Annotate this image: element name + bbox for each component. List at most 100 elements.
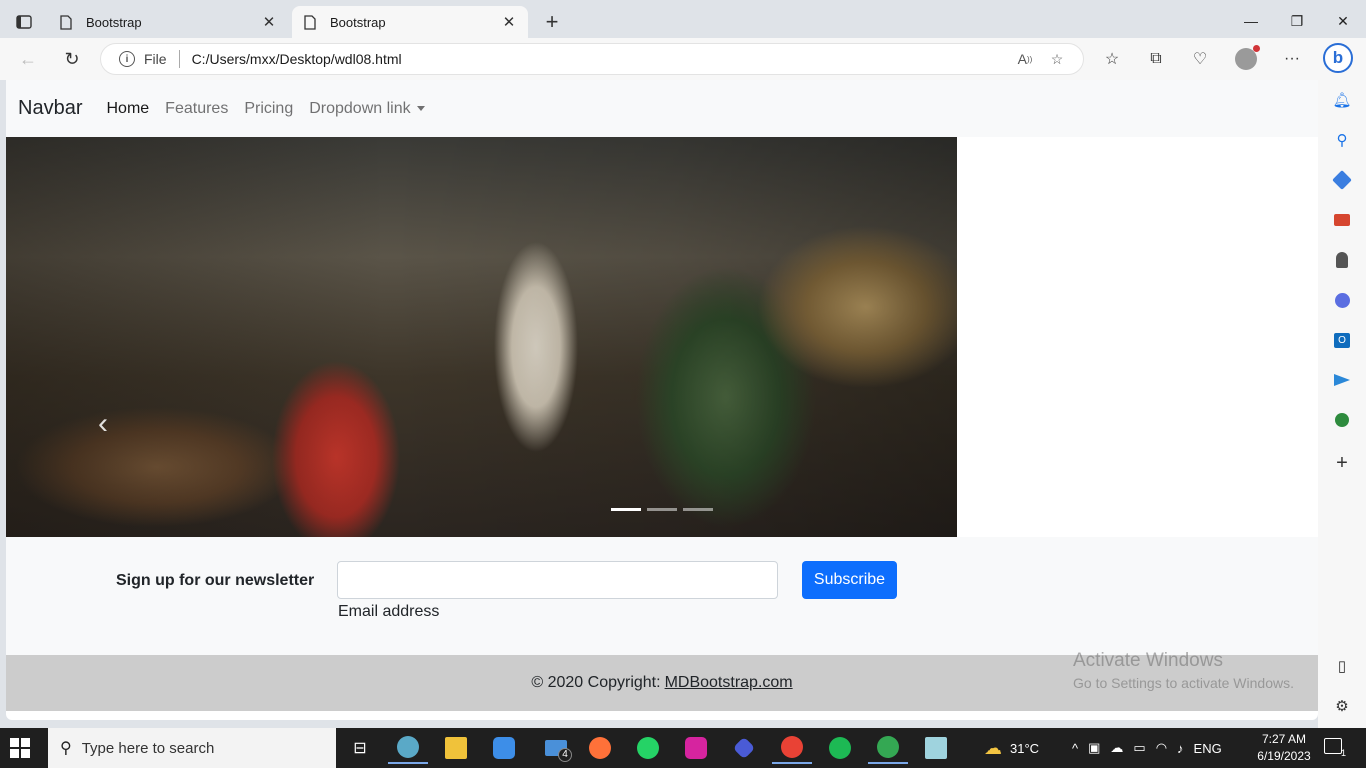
- chrome-icon[interactable]: [772, 732, 812, 764]
- collections-icon[interactable]: ⧉: [1140, 43, 1172, 75]
- nav-link-pricing[interactable]: Pricing: [244, 100, 293, 118]
- tab-strip: Bootstrap ✕ Bootstrap ✕ + — ❐ ✕: [0, 0, 1366, 42]
- task-view-icon[interactable]: ⊟: [340, 732, 380, 764]
- carousel-indicator[interactable]: [647, 508, 677, 511]
- sidebar-toggle-icon[interactable]: ▯: [1332, 656, 1352, 676]
- read-aloud-icon[interactable]: A)): [1009, 45, 1041, 73]
- notification-count: 1: [1340, 748, 1346, 758]
- wifi-icon[interactable]: ◠: [1156, 740, 1167, 756]
- taskbar: ⚲ Type here to search ⊟ 4 ☁ 31°C ^ ▣ ☁ ▭…: [0, 728, 1366, 768]
- favorites-icon[interactable]: ☆: [1096, 43, 1128, 75]
- shopping-tag-icon[interactable]: [1332, 170, 1352, 190]
- meet-now-icon[interactable]: ▣: [1088, 740, 1100, 756]
- file-explorer-icon[interactable]: [436, 732, 476, 764]
- carousel-photo: [6, 137, 957, 537]
- tab-title: Bootstrap: [330, 14, 386, 30]
- mail-badge: 4: [558, 748, 572, 762]
- favorite-star-icon[interactable]: ☆: [1041, 45, 1073, 73]
- newsletter-label: Sign up for our newsletter: [116, 572, 315, 589]
- search-placeholder: Type here to search: [81, 739, 215, 757]
- tab-actions-icon[interactable]: [8, 8, 40, 36]
- outlook-icon[interactable]: O: [1332, 330, 1352, 350]
- copyright-text: © 2020 Copyright:: [531, 674, 661, 691]
- notification-center-icon[interactable]: 1: [1324, 738, 1346, 758]
- close-tab-icon[interactable]: ✕: [260, 13, 278, 31]
- nav-link-features[interactable]: Features: [165, 100, 228, 118]
- mail-icon[interactable]: 4: [536, 732, 576, 764]
- microsoft365-icon[interactable]: [1332, 290, 1352, 310]
- activate-windows-watermark: Activate Windows Go to Settings to activ…: [1073, 650, 1294, 691]
- carousel-prev-icon[interactable]: ‹: [88, 407, 118, 440]
- notes-app-icon[interactable]: [916, 732, 956, 764]
- page-icon: [58, 14, 74, 30]
- address-bar[interactable]: i File C:/Users/mxx/Desktop/wdl08.html A…: [100, 43, 1084, 75]
- info-icon[interactable]: i: [119, 51, 135, 67]
- caret-down-icon: [416, 105, 425, 111]
- refresh-icon[interactable]: ↻: [56, 43, 88, 75]
- search-icon: ⚲: [60, 740, 72, 757]
- show-hidden-icons-icon[interactable]: ^: [1072, 741, 1078, 756]
- browser-toolbar: ← ↻ i File C:/Users/mxx/Desktop/wdl08.ht…: [0, 38, 1366, 80]
- close-tab-icon[interactable]: ✕: [500, 13, 518, 31]
- newsletter-section: Sign up for our newsletter Email address…: [6, 537, 1318, 655]
- tab-title: Bootstrap: [86, 14, 142, 30]
- restore-icon[interactable]: ❐: [1274, 0, 1320, 42]
- search-icon[interactable]: ⚲: [1332, 130, 1352, 150]
- email-field-label: Email address: [338, 603, 440, 620]
- watermark-subtitle: Go to Settings to activate Windows.: [1073, 675, 1294, 691]
- instagram-icon[interactable]: [676, 732, 716, 764]
- email-input[interactable]: [337, 561, 778, 599]
- subscribe-button[interactable]: Subscribe: [802, 561, 897, 599]
- taskbar-search[interactable]: ⚲ Type here to search: [48, 728, 336, 768]
- navbar-brand[interactable]: Navbar: [18, 97, 82, 120]
- notifications-bell-icon[interactable]: 🔔︎: [1332, 90, 1352, 110]
- profile-icon[interactable]: [1230, 43, 1262, 75]
- clock-time: 7:27 AM: [1261, 732, 1307, 746]
- nav-dropdown[interactable]: Dropdown link: [309, 99, 425, 118]
- spotify-icon[interactable]: [820, 732, 860, 764]
- tab-bootstrap-2[interactable]: Bootstrap ✕: [292, 6, 528, 38]
- tab-bootstrap-1[interactable]: Bootstrap ✕: [48, 6, 288, 38]
- chrome-profile-icon[interactable]: [868, 732, 908, 764]
- windows-start-icon[interactable]: [10, 738, 30, 758]
- nav-link-home[interactable]: Home: [106, 100, 149, 118]
- divider: [178, 50, 180, 68]
- navbar: Navbar Home Features Pricing Dropdown li…: [6, 80, 1318, 137]
- url-text[interactable]: C:/Users/mxx/Desktop/wdl08.html: [192, 51, 1009, 67]
- clock[interactable]: 7:27 AM 6/19/2023: [1256, 731, 1312, 765]
- weather-temp: 31°C: [1010, 740, 1040, 756]
- volume-icon[interactable]: ♪: [1177, 741, 1184, 756]
- add-sidebar-app-icon[interactable]: +: [1332, 452, 1352, 474]
- nav-dropdown-label: Dropdown link: [309, 99, 411, 117]
- back-icon[interactable]: ←: [12, 43, 44, 75]
- carousel-indicator[interactable]: [683, 508, 713, 511]
- battery-icon[interactable]: ▭: [1133, 740, 1145, 756]
- language-indicator[interactable]: ENG: [1194, 741, 1222, 756]
- system-tray: ^ ▣ ☁ ▭ ◠ ♪ ENG: [1072, 728, 1222, 768]
- page-icon: [302, 14, 318, 30]
- tools-briefcase-icon[interactable]: [1332, 210, 1352, 230]
- carousel-indicator[interactable]: [611, 508, 641, 511]
- close-window-icon[interactable]: ✕: [1320, 0, 1366, 42]
- image-carousel: ‹: [6, 137, 957, 537]
- edge-sidebar: 🔔︎ ⚲ O + ▯ ⚙: [1318, 80, 1366, 728]
- taskbar-app-edge[interactable]: [388, 732, 428, 764]
- more-options-icon[interactable]: ···: [1276, 43, 1308, 75]
- store-icon[interactable]: [484, 732, 524, 764]
- games-icon[interactable]: [1332, 250, 1352, 270]
- tree-icon[interactable]: [1332, 410, 1352, 430]
- scheme-label: File: [144, 51, 167, 67]
- new-tab-icon[interactable]: +: [538, 8, 566, 36]
- weather-widget[interactable]: ☁ 31°C: [984, 728, 1039, 768]
- onedrive-icon[interactable]: ☁: [1110, 740, 1123, 756]
- footer-link[interactable]: MDBootstrap.com: [665, 674, 793, 692]
- firefox-icon[interactable]: [580, 732, 620, 764]
- bing-copilot-icon[interactable]: b: [1322, 42, 1354, 74]
- settings-gear-icon[interactable]: ⚙: [1332, 696, 1352, 716]
- whatsapp-icon[interactable]: [628, 732, 668, 764]
- minimize-icon[interactable]: —: [1228, 0, 1274, 42]
- send-icon[interactable]: [1332, 370, 1352, 390]
- page-viewport: Navbar Home Features Pricing Dropdown li…: [6, 80, 1318, 720]
- browser-essentials-icon[interactable]: ♡: [1184, 43, 1216, 75]
- copilot-app-icon[interactable]: [724, 732, 764, 764]
